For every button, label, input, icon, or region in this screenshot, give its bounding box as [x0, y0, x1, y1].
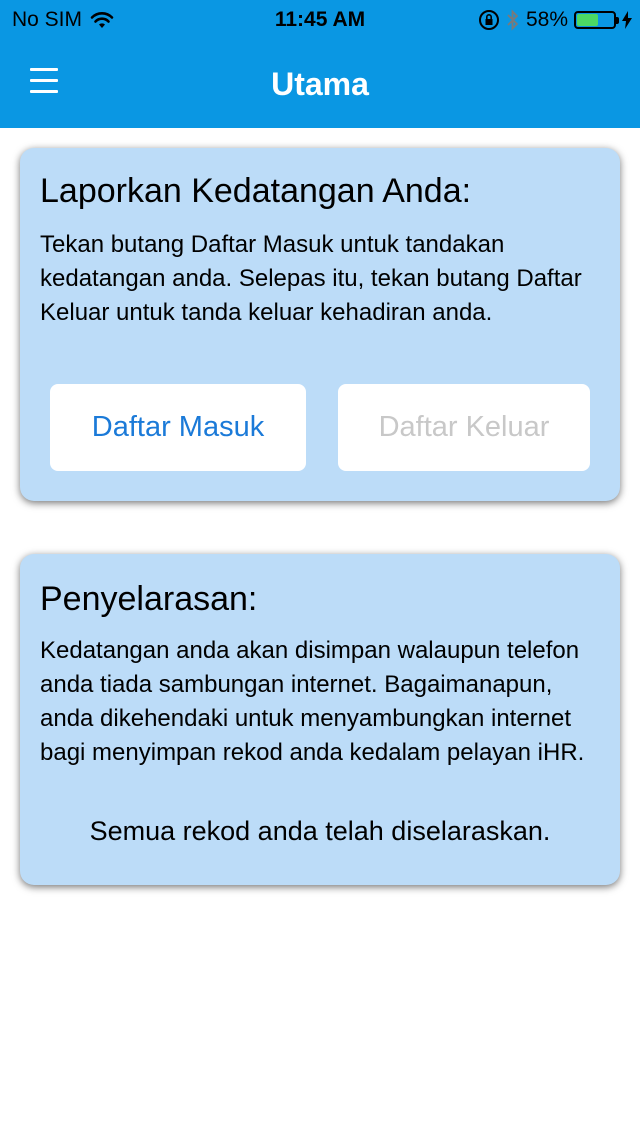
check-out-button[interactable]: Daftar Keluar — [338, 384, 590, 471]
battery-percent: 58% — [525, 8, 568, 31]
attendance-card-title: Laporkan Kedatangan Anda: — [40, 172, 472, 210]
status-bar: No SIM 11:45 AM 58% — [0, 0, 640, 40]
page-title: Utama — [271, 66, 369, 102]
nav-bar: Utama — [0, 40, 640, 128]
bluetooth-icon — [506, 9, 520, 31]
battery-fill — [577, 14, 598, 26]
status-right: 58% — [478, 8, 632, 32]
sync-card: Penyelarasan: Kedatangan anda akan disim… — [20, 554, 620, 885]
attendance-card-description: Tekan butang Daftar Masuk untuk tandakan… — [40, 231, 582, 326]
rotation-lock-icon — [478, 9, 500, 31]
attendance-card: Laporkan Kedatangan Anda: Tekan butang D… — [20, 148, 620, 501]
sync-card-title: Penyelarasan: — [40, 580, 258, 618]
sync-status-text: Semua rekod anda telah diselaraskan. — [89, 816, 551, 846]
check-in-button[interactable]: Daftar Masuk — [50, 384, 306, 471]
battery-icon — [574, 11, 619, 29]
sync-card-description: Kedatangan anda akan disimpan walaupun t… — [40, 637, 585, 766]
charging-icon — [622, 11, 632, 29]
